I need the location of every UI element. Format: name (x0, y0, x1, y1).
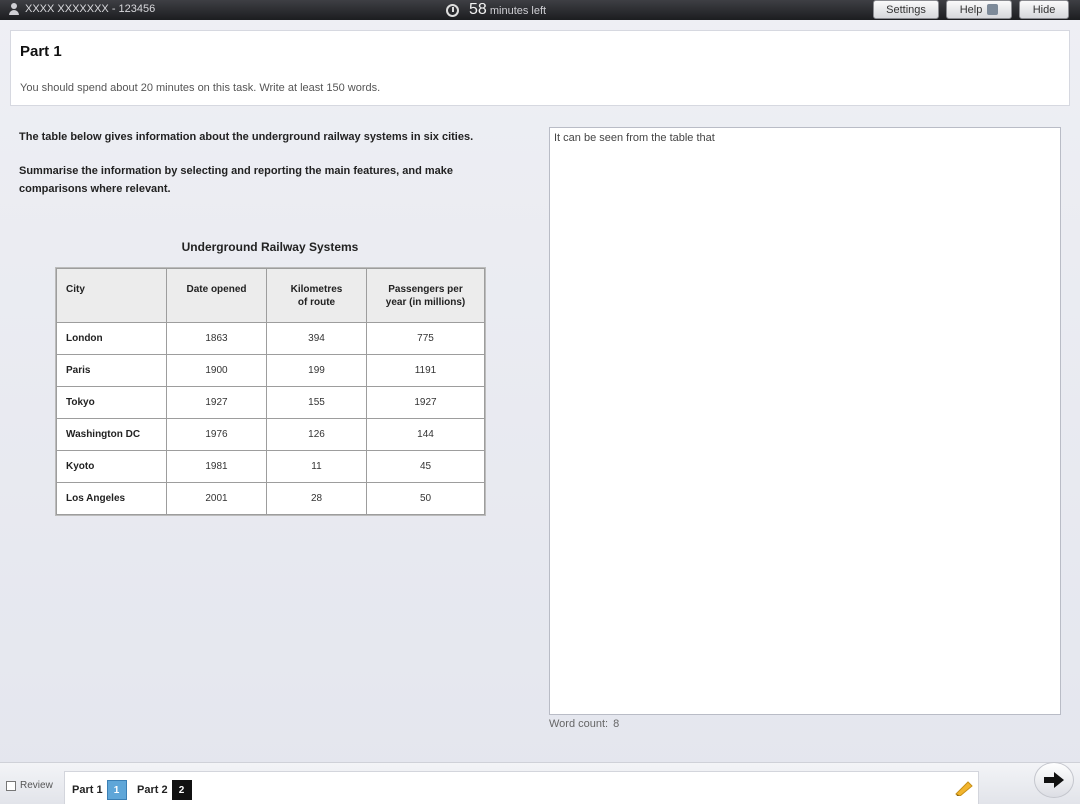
date-cell: 1976 (166, 418, 267, 451)
passengers-cell: 1191 (366, 354, 485, 387)
settings-label: Settings (886, 3, 926, 16)
help-button[interactable]: Help (946, 0, 1012, 19)
review-toggle[interactable]: Review (6, 780, 53, 791)
passengers-cell: 45 (366, 450, 485, 483)
hide-label: Hide (1032, 3, 1056, 16)
column-header: Passengers per year (in millions) (366, 268, 485, 323)
tab-number: 2 (171, 780, 192, 800)
km-cell: 155 (266, 386, 367, 419)
help-label: Help (959, 3, 983, 16)
table-title: Underground Railway Systems (181, 240, 359, 254)
table-row: London 1863 394 775 (56, 322, 485, 355)
passengers-cell: 775 (366, 322, 485, 355)
km-cell: 11 (266, 450, 367, 483)
table-row: Los Angeles 2001 28 50 (56, 482, 485, 515)
candidate-info: XXXX XXXXXXX - 123456 (8, 3, 155, 15)
date-cell: 1927 (166, 386, 267, 419)
city-cell: Tokyo (56, 386, 167, 419)
top-bar: XXXX XXXXXXX - 123456 58 minutes left Se… (0, 0, 1080, 20)
km-cell: 394 (266, 322, 367, 355)
table-row: Kyoto 1981 11 45 (56, 450, 485, 483)
tab-part-1[interactable]: Part 1 1 (72, 780, 127, 800)
date-cell: 1863 (166, 322, 267, 355)
hide-button[interactable]: Hide (1019, 0, 1069, 19)
km-cell: 199 (266, 354, 367, 387)
settings-button[interactable]: Settings (873, 0, 939, 19)
next-arrow-icon (1044, 772, 1064, 788)
passengers-cell: 144 (366, 418, 485, 451)
km-cell: 28 (266, 482, 367, 515)
tab-label: Part 2 (137, 784, 168, 796)
user-icon (8, 3, 20, 15)
table-header-row: City Date opened Kilometres of route Pas… (56, 268, 485, 323)
review-checkbox[interactable] (6, 780, 16, 791)
table-row: Tokyo 1927 155 1927 (56, 386, 485, 419)
passengers-cell: 50 (366, 482, 485, 515)
table-row: Paris 1900 199 1191 (56, 354, 485, 387)
tab-number: 1 (106, 780, 127, 800)
city-cell: Washington DC (56, 418, 167, 451)
task-directive: Summarise the information by selecting a… (19, 165, 453, 195)
word-count-label: Word count: (549, 718, 609, 730)
review-label: Review (20, 780, 53, 791)
task-prompt: The table below gives information about … (19, 131, 474, 143)
column-header: City (56, 268, 167, 323)
date-cell: 2001 (166, 482, 267, 515)
city-cell: Paris (56, 354, 167, 387)
answer-textarea[interactable]: It can be seen from the table that (549, 127, 1061, 715)
part-title: Part 1 (20, 43, 62, 60)
word-count-value: 8 (613, 718, 620, 730)
timer-value: 58 (469, 1, 487, 18)
candidate-label: XXXX XXXXXXX - 123456 (25, 3, 156, 15)
part-tabs: Part 1 1 Part 2 2 (64, 771, 979, 804)
timer: 58 minutes left (446, 0, 546, 20)
word-count: Word count: 8 (549, 718, 619, 730)
divider (538, 800, 552, 804)
column-header: Kilometres of route (266, 268, 367, 323)
date-cell: 1981 (166, 450, 267, 483)
passengers-cell: 1927 (366, 386, 485, 419)
city-cell: Los Angeles (56, 482, 167, 515)
instructions: You should spend about 20 minutes on thi… (20, 82, 381, 94)
city-cell: London (56, 322, 167, 355)
help-icon (987, 4, 999, 15)
column-header: Date opened (166, 268, 267, 323)
km-cell: 126 (266, 418, 367, 451)
table-row: Washington DC 1976 126 144 (56, 418, 485, 451)
railway-table: City Date opened Kilometres of route Pas… (56, 268, 485, 515)
flag-icon[interactable] (954, 778, 974, 796)
tab-part-2[interactable]: Part 2 2 (137, 780, 192, 800)
tab-label: Part 1 (72, 784, 103, 796)
timer-label: minutes left (489, 5, 547, 17)
city-cell: Kyoto (56, 450, 167, 483)
date-cell: 1900 (166, 354, 267, 387)
alarm-clock-icon (446, 3, 459, 17)
bottom-bar: Review Part 1 1 Part 2 2 (0, 762, 1080, 804)
part-header: Part 1 You should spend about 20 minutes… (10, 30, 1070, 106)
next-button[interactable] (1034, 762, 1074, 798)
task-panel: The table below gives information about … (19, 128, 519, 214)
